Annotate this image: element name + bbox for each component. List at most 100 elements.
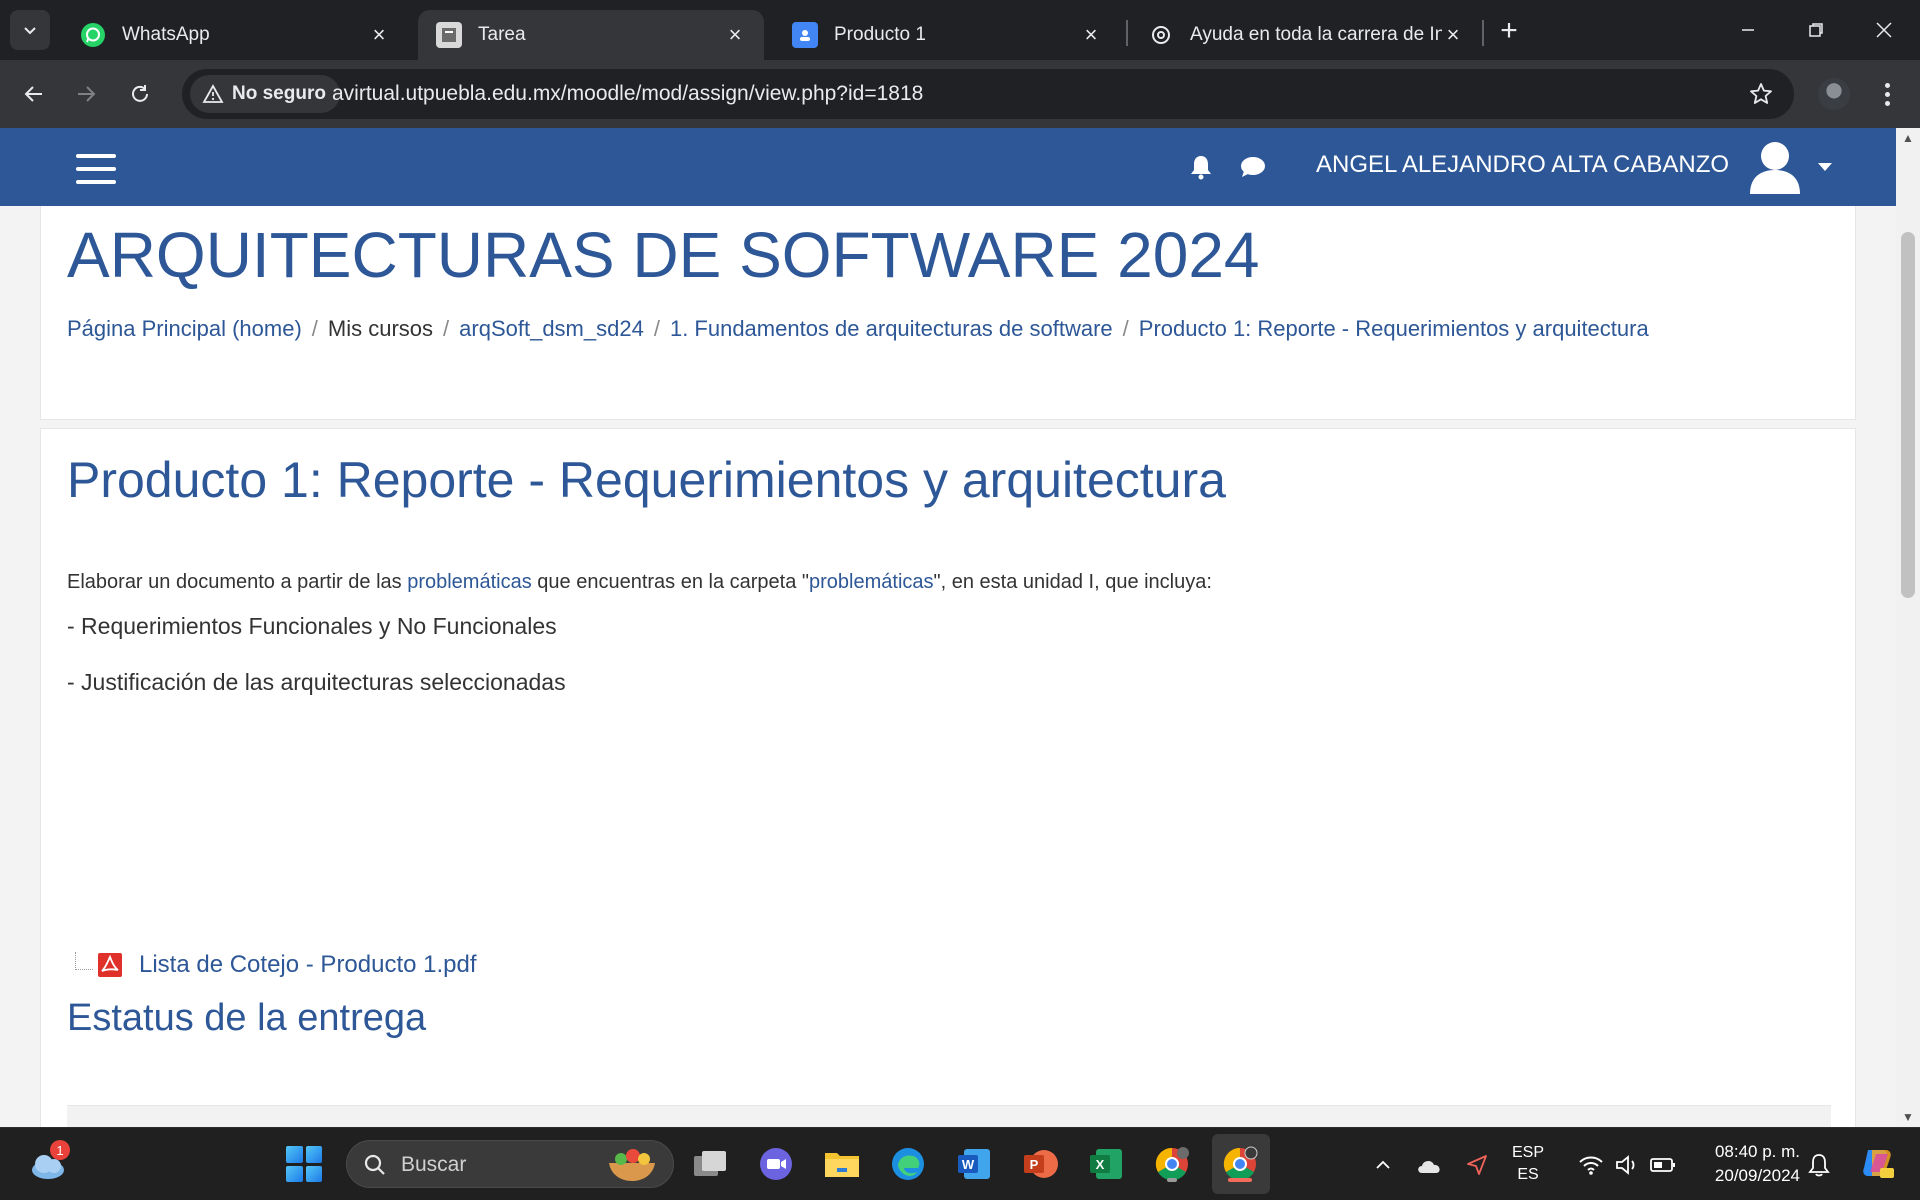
battery-tray[interactable] <box>1648 1150 1678 1180</box>
close-icon[interactable]: × <box>368 24 390 46</box>
user-avatar-icon[interactable] <box>1748 140 1802 196</box>
search-icon <box>364 1154 385 1175</box>
requirement-item: - Justificación de las arquitecturas sel… <box>67 669 566 695</box>
profile-avatar[interactable] <box>1818 78 1850 110</box>
address-bar[interactable]: No seguro avirtual.utpuebla.edu.mx/moodl… <box>182 69 1794 119</box>
whatsapp-icon <box>80 22 106 48</box>
breadcrumb: Página Principal (home) / Mis cursos / a… <box>67 316 1649 342</box>
star-icon <box>1750 83 1772 104</box>
tab-ayuda[interactable]: Ayuda en toda la carrera de Ing × <box>1130 10 1482 60</box>
tab-separator <box>1126 20 1128 46</box>
teams-meet-button[interactable] <box>754 1142 798 1186</box>
bookmark-star-button[interactable] <box>1746 79 1776 109</box>
wifi-icon <box>1579 1156 1603 1175</box>
active-indicator <box>1228 1178 1252 1182</box>
notifications-button[interactable] <box>1186 152 1216 182</box>
powerpoint-icon: P <box>1024 1150 1058 1178</box>
hamburger-bar <box>76 180 116 184</box>
restore-icon <box>1809 23 1823 37</box>
page-scrollbar[interactable]: ▲ ▼ <box>1896 128 1920 1127</box>
user-name[interactable]: ANGEL ALEJANDRO ALTA CABANZO <box>1316 151 1729 179</box>
reload-button[interactable] <box>118 72 162 116</box>
caret-down-icon[interactable] <box>1818 163 1832 171</box>
submission-status-table <box>67 1105 1831 1127</box>
notification-center-button[interactable] <box>1804 1150 1834 1180</box>
language-code: ESP <box>1512 1144 1545 1161</box>
video-chat-icon <box>760 1148 792 1180</box>
tab-producto-1[interactable]: Producto 1 × <box>774 10 1120 60</box>
forward-button[interactable] <box>64 72 108 116</box>
keyboard-layout: ES <box>1517 1166 1539 1183</box>
moodle-navbar: ANGEL ALEJANDRO ALTA CABANZO <box>0 128 1896 206</box>
browser-menu-button[interactable] <box>1870 76 1904 112</box>
tab-whatsapp[interactable]: WhatsApp × <box>62 10 408 60</box>
url-text[interactable]: avirtual.utpuebla.edu.mx/moodle/mod/assi… <box>332 69 923 119</box>
problematicas-link[interactable]: problemáticas <box>407 571 532 593</box>
arrow-left-icon <box>24 86 42 102</box>
restore-button[interactable] <box>1792 8 1840 52</box>
search-placeholder: Buscar <box>401 1153 467 1176</box>
bell-icon <box>1808 1154 1830 1177</box>
copilot-icon <box>1863 1150 1894 1178</box>
site-info-chip[interactable]: No seguro <box>190 75 340 113</box>
requirement-item: - Requerimientos Funcionales y No Funcio… <box>67 613 557 639</box>
clock-date: 20/09/2024 <box>1714 1166 1800 1185</box>
tray-overflow-button[interactable] <box>1368 1150 1398 1180</box>
page-viewport: ANGEL ALEJANDRO ALTA CABANZO ARQUITECTUR… <box>0 128 1896 1127</box>
send-arrow-icon <box>1467 1155 1487 1175</box>
chrome-profile-2-button[interactable] <box>1218 1142 1262 1186</box>
breadcrumb-separator: / <box>653 316 660 341</box>
attachment-link[interactable]: Lista de Cotejo - Producto 1.pdf <box>139 951 477 979</box>
classroom-icon <box>792 22 818 48</box>
tab-tarea[interactable]: Tarea × <box>418 10 764 60</box>
scroll-down-arrow-icon[interactable]: ▼ <box>1896 1107 1920 1127</box>
breadcrumb-course[interactable]: arqSoft_dsm_sd24 <box>459 316 644 342</box>
scrollbar-thumb[interactable] <box>1901 232 1915 598</box>
minimize-button[interactable] <box>1724 8 1772 52</box>
task-view-button[interactable] <box>688 1142 732 1186</box>
breadcrumb-section[interactable]: 1. Fundamentos de arquitecturas de softw… <box>670 316 1113 342</box>
new-tab-button[interactable]: + <box>1492 14 1526 48</box>
course-title: ARQUITECTURAS DE SOFTWARE 2024 <box>67 219 1260 291</box>
start-button[interactable] <box>286 1146 322 1182</box>
chrome-profile-1-button[interactable] <box>1150 1142 1194 1186</box>
file-explorer-button[interactable] <box>820 1142 864 1186</box>
location-tray[interactable] <box>1462 1150 1492 1180</box>
breadcrumb-home[interactable]: Página Principal (home) <box>67 316 302 342</box>
close-icon[interactable]: × <box>724 24 746 46</box>
word-button[interactable]: W <box>952 1142 996 1186</box>
tree-connector <box>75 952 93 970</box>
browser-toolbar: No seguro avirtual.utpuebla.edu.mx/moodl… <box>0 60 1920 128</box>
messages-button[interactable] <box>1238 152 1268 182</box>
close-window-button[interactable] <box>1860 8 1908 52</box>
taskbar-search[interactable]: Buscar <box>346 1140 674 1188</box>
chevron-down-icon <box>24 27 36 35</box>
word-icon: W <box>958 1149 990 1179</box>
problematicas-folder-link[interactable]: problemáticas <box>809 571 934 593</box>
attachment-item: Lista de Cotejo - Producto 1.pdf <box>75 949 477 981</box>
back-button[interactable] <box>12 72 56 116</box>
scroll-up-arrow-icon[interactable]: ▲ <box>1896 128 1920 148</box>
edge-browser-button[interactable] <box>886 1142 930 1186</box>
windows-taskbar: 1 Buscar W P X ESP ES 08:40 p. m. 20/09/… <box>0 1127 1920 1200</box>
breadcrumb-assignment[interactable]: Producto 1: Reporte - Requerimientos y a… <box>1139 316 1649 342</box>
wifi-tray[interactable] <box>1576 1150 1606 1180</box>
powerpoint-button[interactable]: P <box>1018 1142 1062 1186</box>
input-language[interactable]: ESP ES <box>1512 1142 1544 1186</box>
edge-icon <box>892 1148 924 1180</box>
volume-tray[interactable] <box>1612 1150 1642 1180</box>
arrow-right-icon <box>78 86 96 102</box>
hamburger-menu-button[interactable] <box>76 154 116 184</box>
copilot-button[interactable] <box>1856 1142 1898 1184</box>
tab-search-button[interactable] <box>10 10 50 50</box>
windows-logo-pane <box>286 1146 303 1163</box>
breadcrumb-my-courses: Mis cursos <box>327 316 434 341</box>
close-icon[interactable]: × <box>1442 24 1464 46</box>
onedrive-tray[interactable] <box>1414 1150 1444 1180</box>
tab-title: Tarea <box>478 24 526 45</box>
bell-icon <box>1191 156 1211 180</box>
excel-button[interactable]: X <box>1084 1142 1128 1186</box>
close-icon[interactable]: × <box>1080 24 1102 46</box>
windows-logo-pane <box>305 1146 322 1163</box>
system-clock[interactable]: 08:40 p. m. 20/09/2024 <box>1700 1140 1800 1188</box>
